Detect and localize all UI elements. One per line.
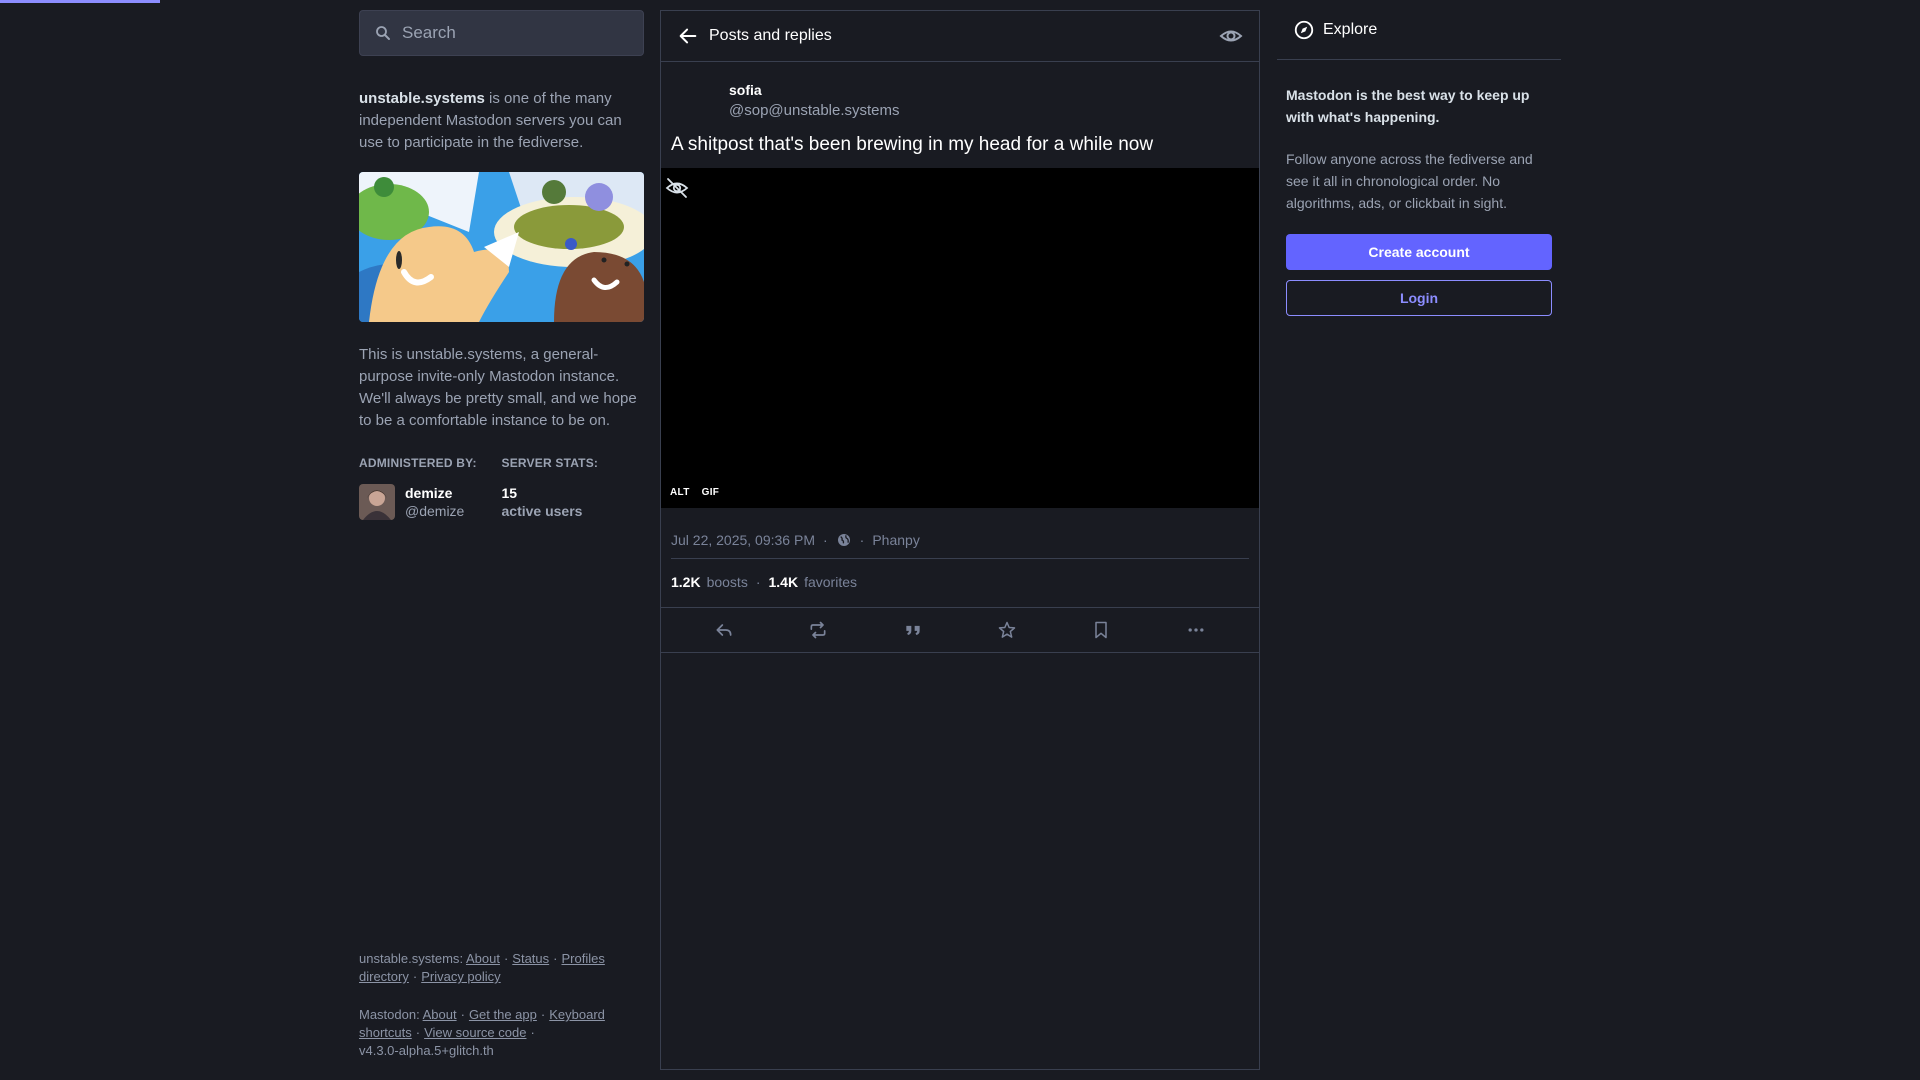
login-button[interactable]: Login bbox=[1286, 280, 1552, 316]
footer-server-name: unstable.systems bbox=[359, 951, 460, 966]
explore-link[interactable]: Explore bbox=[1277, 0, 1561, 60]
quote-icon bbox=[906, 625, 920, 635]
admin-account[interactable]: demize @demize bbox=[359, 484, 502, 520]
boost-button[interactable] bbox=[804, 616, 832, 644]
more-button[interactable] bbox=[1182, 616, 1210, 644]
back-arrow-icon[interactable] bbox=[677, 25, 699, 47]
column-header: Posts and replies bbox=[661, 11, 1259, 62]
active-users-label: active users bbox=[501, 503, 583, 519]
quote-button[interactable] bbox=[899, 616, 927, 644]
boosts-stat[interactable]: 1.2K boosts bbox=[671, 574, 748, 590]
search-input[interactable] bbox=[402, 23, 629, 43]
footer-mastodon-name: Mastodon bbox=[359, 1007, 417, 1022]
promo-headline: Mastodon is the best way to keep up with… bbox=[1286, 87, 1530, 125]
footer: unstable.systems: About · Status · Profiles … bbox=[359, 950, 644, 1060]
footer-get-app-link[interactable]: Get the app bbox=[469, 1007, 537, 1022]
server-domain: unstable.systems bbox=[359, 90, 485, 107]
boosts-count: 1.2K bbox=[671, 574, 701, 590]
post-media-gif[interactable]: ALT GIF bbox=[661, 168, 1259, 508]
post-application[interactable]: Phanpy bbox=[872, 532, 919, 548]
admin-display-name: demize bbox=[405, 485, 453, 501]
signup-promo: Mastodon is the best way to keep up with… bbox=[1277, 84, 1561, 316]
post-author[interactable]: sofia @sop@unstable.systems bbox=[661, 62, 1259, 122]
post-details: Jul 22, 2025, 09:36 PM · · Phanpy bbox=[671, 532, 1249, 559]
separator-dot: · bbox=[755, 574, 761, 590]
gif-badge: GIF bbox=[698, 485, 723, 500]
globe-icon bbox=[837, 534, 850, 546]
server-footer-links: unstable.systems: About · Status · Profiles … bbox=[359, 951, 605, 984]
server-meta: ADMINISTERED BY: demize @demize SERVER S… bbox=[359, 456, 644, 520]
loading-progress-bar bbox=[0, 0, 160, 3]
author-account[interactable]: @sop@unstable.systems bbox=[729, 100, 1259, 122]
admin-handle: @demize bbox=[405, 503, 465, 519]
reply-button[interactable] bbox=[710, 616, 738, 644]
media-badges: ALT GIF bbox=[667, 485, 723, 500]
main-column: Posts and replies sofia @sop@unstable.sy… bbox=[660, 10, 1260, 1070]
avatar[interactable] bbox=[359, 484, 395, 520]
retweet-icon bbox=[810, 621, 826, 639]
star-icon bbox=[998, 621, 1016, 638]
server-intro: unstable.systems is one of the many inde… bbox=[359, 88, 644, 154]
search-icon bbox=[376, 26, 390, 40]
explore-label: Explore bbox=[1323, 20, 1378, 38]
post-content: A shitpost that's been brewing in my hea… bbox=[671, 134, 1154, 155]
mastodon-footer-links: Mastodon: About · Get the app · Keyboard sho… bbox=[359, 1007, 605, 1058]
boosts-label: boosts bbox=[706, 574, 748, 590]
post-timestamp[interactable]: Jul 22, 2025, 09:36 PM bbox=[671, 532, 815, 548]
left-sidebar: unstable.systems is one of the many inde… bbox=[359, 10, 644, 1070]
footer-version: v4.3.0-alpha.5+glitch.th bbox=[359, 1043, 494, 1058]
server-hero-image bbox=[359, 172, 644, 322]
server-description: This is unstable.systems, a general-purp… bbox=[359, 346, 637, 429]
post-counts: 1.2K boosts · 1.4K favorites bbox=[671, 571, 1249, 593]
favorites-label: favorites bbox=[804, 574, 857, 590]
favorites-stat[interactable]: 1.4K favorites bbox=[769, 574, 858, 590]
separator-dot: · bbox=[823, 532, 828, 548]
separator-dot: · bbox=[859, 532, 865, 548]
compass-icon bbox=[1294, 20, 1314, 39]
active-users-stat: 15 active users bbox=[502, 484, 645, 520]
reply-icon bbox=[716, 624, 732, 636]
promo-body: Follow anyone across the fediverse and s… bbox=[1286, 151, 1533, 211]
server-stats-label: SERVER STATS: bbox=[501, 456, 599, 470]
author-display-name[interactable]: sofia bbox=[729, 80, 1259, 100]
footer-privacy-policy-link[interactable]: Privacy policy bbox=[421, 969, 500, 984]
more-icon bbox=[1188, 628, 1204, 632]
post-action-bar bbox=[661, 607, 1259, 653]
bookmark-icon bbox=[1095, 621, 1108, 639]
favorites-count: 1.4K bbox=[768, 574, 799, 590]
active-users-count: 15 bbox=[501, 485, 518, 501]
eye-slash-icon[interactable] bbox=[665, 176, 689, 200]
search-box[interactable] bbox=[359, 10, 644, 56]
footer-status-link[interactable]: Status bbox=[512, 951, 549, 966]
alt-badge[interactable]: ALT bbox=[667, 485, 693, 500]
bookmark-button[interactable] bbox=[1087, 616, 1115, 644]
column-title[interactable]: Posts and replies bbox=[709, 27, 1219, 45]
footer-mastodon-about-link[interactable]: About bbox=[423, 1007, 457, 1022]
footer-view-source-link[interactable]: View source code bbox=[424, 1025, 526, 1040]
administered-by-label: ADMINISTERED BY: bbox=[359, 456, 477, 470]
eye-icon[interactable] bbox=[1219, 24, 1243, 48]
footer-server-about-link[interactable]: About bbox=[466, 951, 500, 966]
favorite-button[interactable] bbox=[993, 616, 1021, 644]
right-sidebar: Explore Mastodon is the best way to keep… bbox=[1277, 10, 1561, 316]
create-account-button[interactable]: Create account bbox=[1286, 234, 1552, 270]
